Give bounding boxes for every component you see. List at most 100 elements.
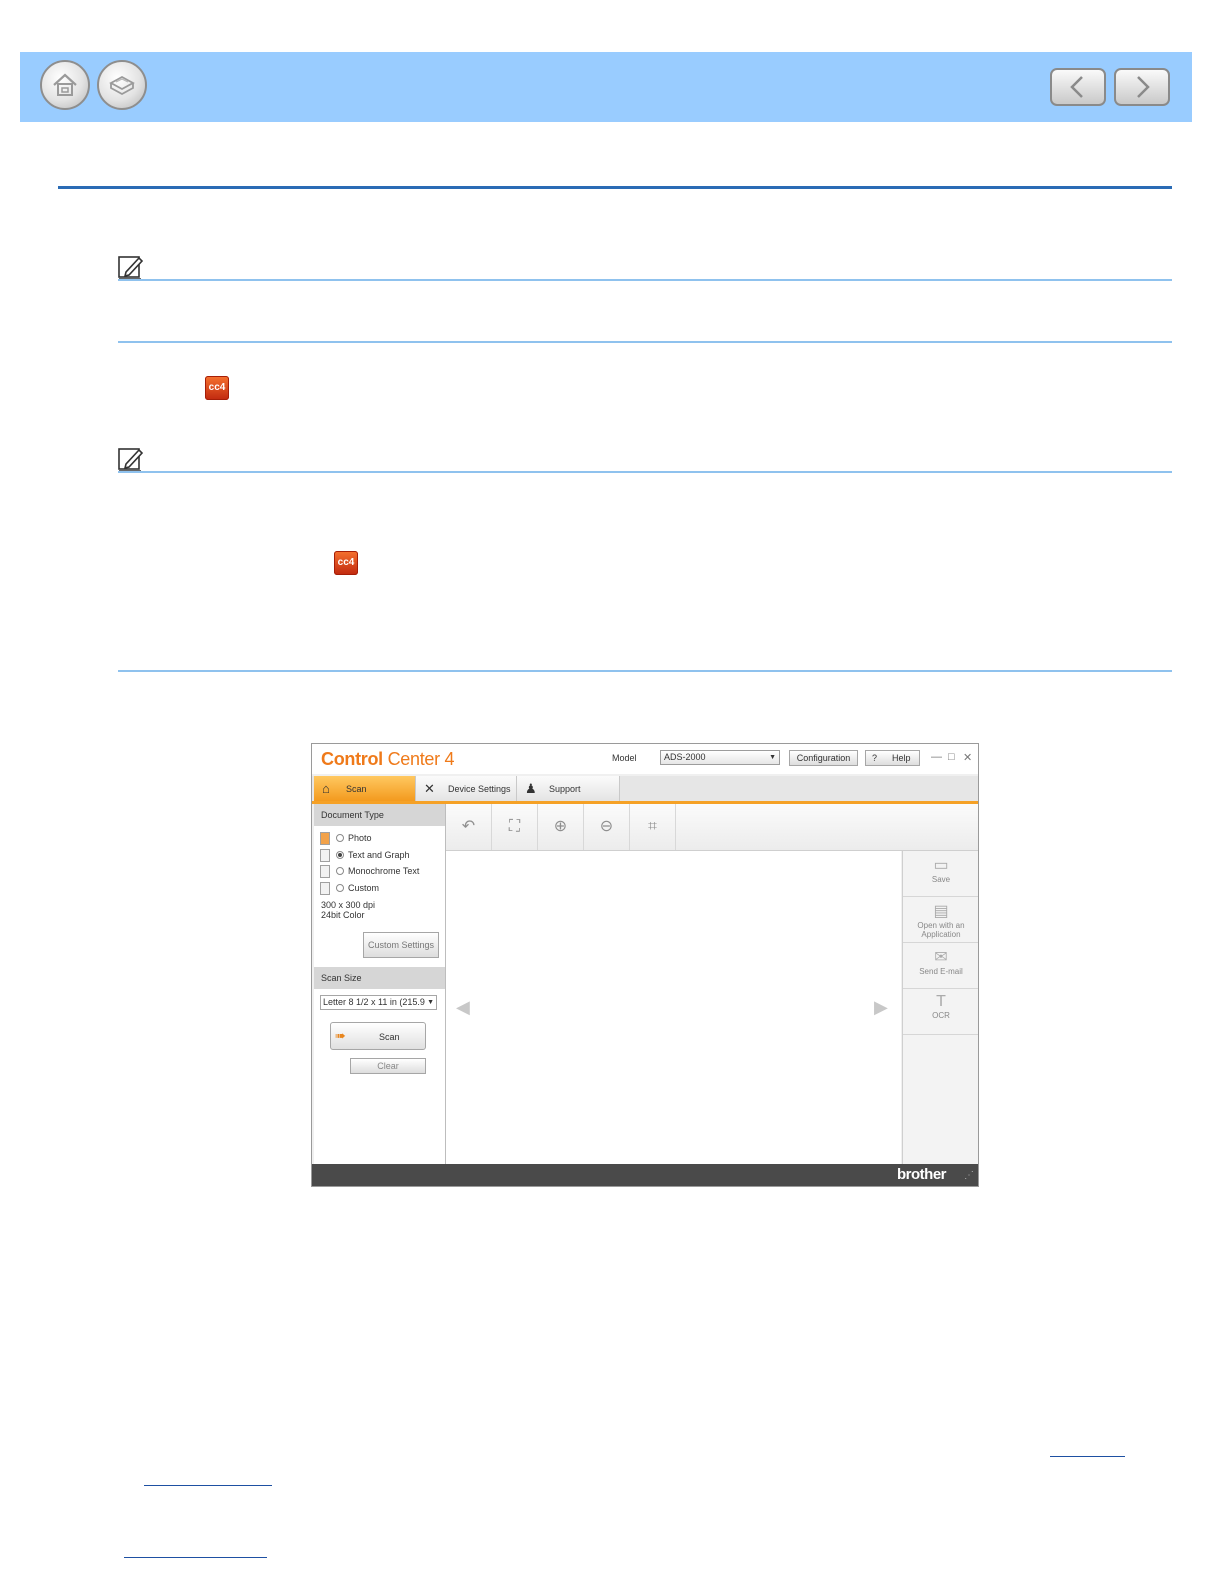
tools-icon: ✕ <box>424 781 435 796</box>
tab-device-settings[interactable]: ✕ Device Settings <box>416 776 517 801</box>
ocr-action[interactable]: T OCR <box>903 989 978 1035</box>
model-label: Model <box>612 753 637 763</box>
model-dropdown[interactable]: ADS-2000 ▼ <box>660 750 780 765</box>
scan-size-header: Scan Size <box>314 967 445 989</box>
document-type-header: Document Type <box>314 804 445 826</box>
model-value: ADS-2000 <box>664 752 706 762</box>
clear-label: Clear <box>377 1061 399 1071</box>
send-email-action[interactable]: ✉ Send E-mail <box>903 943 978 989</box>
image-toolbar: ↶ ⛶ ⊕ ⊖ ⌗ <box>446 804 978 851</box>
actions-panel: ▭ Save ▤ Open with an Application ✉ Send… <box>902 851 978 1164</box>
title-bar: Control Center 4 Model ADS-2000 ▼ Config… <box>312 744 978 774</box>
dropdown-arrow-icon: ▼ <box>427 999 434 1006</box>
app-logo: Control Center 4 <box>321 749 455 770</box>
maximize-icon[interactable]: □ <box>948 751 955 763</box>
custom-settings-button[interactable]: Custom Settings <box>363 932 439 958</box>
scan-settings-panel: Document Type Photo Text and Graph Monoc… <box>314 804 446 1164</box>
link-underline[interactable] <box>144 1485 272 1486</box>
configuration-label: Configuration <box>796 753 851 763</box>
link-underline[interactable] <box>124 1557 267 1558</box>
fit-to-window-icon[interactable]: ⛶ <box>492 804 538 850</box>
radio-button-selected[interactable] <box>336 851 344 859</box>
link-underline[interactable] <box>1050 1456 1125 1457</box>
logo-light-text: Center 4 <box>382 749 455 769</box>
home-icon <box>53 73 77 96</box>
action-label: OCR <box>932 1011 950 1020</box>
color-depth-text: 24bit Color <box>321 910 365 920</box>
radio-label: Text and Graph <box>348 850 410 860</box>
configuration-button[interactable]: Configuration <box>789 750 858 766</box>
brother-logo: brother <box>897 1166 947 1183</box>
crop-icon[interactable]: ⌗ <box>630 804 676 850</box>
resize-grip-icon[interactable]: ⋰ <box>964 1170 974 1181</box>
radio-button[interactable] <box>336 867 344 875</box>
note-pencil-icon <box>118 448 144 472</box>
custom-thumbnail-icon <box>320 882 330 895</box>
status-bar: brother ⋰ <box>312 1164 978 1186</box>
action-label: Save <box>931 875 951 884</box>
previous-image-icon[interactable]: ◀ <box>456 997 470 1018</box>
save-action[interactable]: ▭ Save <box>903 851 978 897</box>
tab-label: Support <box>549 784 581 794</box>
help-label: Help <box>892 753 911 763</box>
previous-page-button[interactable] <box>1050 68 1106 106</box>
radio-label: Custom <box>348 883 380 893</box>
tab-scan[interactable]: ⌂ Scan <box>314 776 416 801</box>
resolution-text: 300 x 300 dpi <box>321 900 376 910</box>
scan-preview-area: ◀ ▶ <box>446 851 901 1164</box>
note-bottom-rule <box>118 341 1172 343</box>
dropdown-arrow-icon: ▼ <box>769 754 776 761</box>
clear-button[interactable]: Clear <box>350 1058 426 1074</box>
logo-bold-text: Control <box>321 749 383 769</box>
zoom-out-icon[interactable]: ⊖ <box>584 804 630 850</box>
heading-rule <box>58 186 1172 189</box>
envelope-icon: ✉ <box>934 949 948 966</box>
application-icon: ▤ <box>933 903 949 920</box>
zoom-in-icon[interactable]: ⊕ <box>538 804 584 850</box>
chevron-left-icon <box>1070 76 1083 98</box>
radio-button[interactable] <box>336 834 344 842</box>
ocr-icon: T <box>936 993 946 1010</box>
action-label: Open with an Application <box>917 921 965 939</box>
action-label: Send E-mail <box>919 967 963 976</box>
scan-settings-summary: 300 x 300 dpi 24bit Color <box>321 900 375 920</box>
note-top-rule <box>118 471 1172 473</box>
folder-icon: ▭ <box>933 857 949 874</box>
radio-label: Monochrome Text <box>348 866 420 876</box>
tab-label: Device Settings <box>448 784 511 794</box>
note-top-rule <box>118 279 1172 281</box>
controlcenter4-tray-icon: cc4 <box>205 376 229 400</box>
manual-icon <box>109 75 135 96</box>
person-icon: ♟ <box>525 781 537 796</box>
rotate-icon[interactable]: ↶ <box>446 804 492 850</box>
note-pencil-icon <box>118 256 144 280</box>
open-with-application-action[interactable]: ▤ Open with an Application <box>903 897 978 943</box>
controlcenter4-tray-icon: cc4 <box>334 551 358 575</box>
navigation-banner <box>20 52 1192 122</box>
scan-button[interactable]: ➠ Scan <box>330 1022 426 1050</box>
monochrome-thumbnail-icon <box>320 865 330 878</box>
chevron-right-icon <box>1137 76 1150 98</box>
tab-label: Scan <box>346 784 367 794</box>
radio-button[interactable] <box>336 884 344 892</box>
next-page-button[interactable] <box>1114 68 1170 106</box>
scanner-icon: ⌂ <box>322 781 330 796</box>
close-icon[interactable]: ✕ <box>963 751 972 764</box>
radio-label: Photo <box>348 833 372 843</box>
home-button[interactable] <box>40 60 90 110</box>
next-image-icon[interactable]: ▶ <box>874 997 888 1018</box>
scan-arrow-icon: ➠ <box>335 1028 346 1043</box>
scan-size-value: Letter 8 1/2 x 11 in (215.9 x 2 <box>323 997 427 1007</box>
minimize-icon[interactable]: — <box>931 751 942 763</box>
controlcenter4-window: Control Center 4 Model ADS-2000 ▼ Config… <box>311 743 979 1187</box>
custom-settings-label: Custom Settings <box>367 940 435 950</box>
manual-button[interactable] <box>97 60 147 110</box>
tab-support[interactable]: ♟ Support <box>517 776 620 801</box>
scan-label: Scan <box>379 1032 400 1042</box>
photo-thumbnail-icon <box>320 832 330 845</box>
help-button[interactable]: ? Help <box>865 750 920 766</box>
scan-size-dropdown[interactable]: Letter 8 1/2 x 11 in (215.9 x 2 ▼ <box>320 995 437 1010</box>
text-graph-thumbnail-icon <box>320 849 330 862</box>
note-bottom-rule <box>118 670 1172 672</box>
tab-bar: ⌂ Scan ✕ Device Settings ♟ Support <box>312 776 978 804</box>
